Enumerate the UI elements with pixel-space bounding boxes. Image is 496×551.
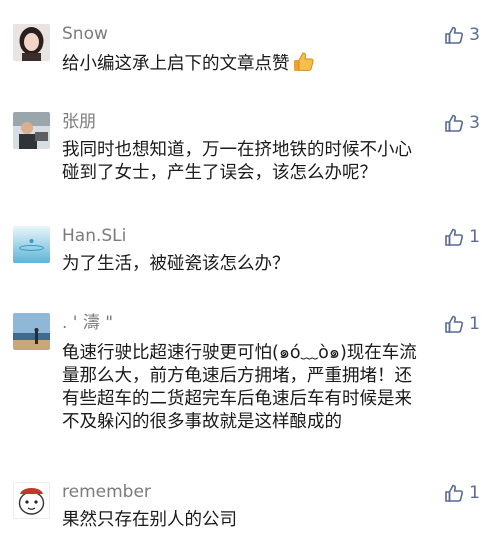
comment-text: 果然只存在别人的公司 <box>62 509 486 532</box>
like-count: 3 <box>469 113 480 133</box>
like-button[interactable]: 3 <box>444 112 480 134</box>
thumbs-up-icon <box>445 315 464 333</box>
comment-text-line: 我同时也想知道，万一在挤地铁的时候不小心 <box>62 140 412 160</box>
like-count: 3 <box>469 25 480 45</box>
thumbs-up-icon <box>445 228 464 246</box>
like-count: 1 <box>469 227 480 247</box>
avatar-zhangpeng-icon <box>13 112 50 149</box>
avatar[interactable] <box>13 226 50 263</box>
avatar-tao-icon <box>13 313 50 350</box>
comment-text-line: 有些超车的二货超完车后龟速后车有时候是来 <box>62 389 412 409</box>
comment-text: 龟速行驶比超速行驶更可怕(๑ó﹏ò๑)现在车流 量那么大，前方龟速后方拥堵，严重… <box>62 342 486 434</box>
comment-text-line: 龟速行驶比超速行驶更可怕(๑ó﹏ò๑)现在车流 <box>62 343 417 363</box>
avatar[interactable] <box>13 112 50 149</box>
comment-text-line: 果然只存在别人的公司 <box>62 510 237 530</box>
like-button[interactable]: 1 <box>444 313 480 335</box>
username[interactable]: remember <box>62 482 151 502</box>
avatar[interactable] <box>13 24 50 61</box>
like-count: 1 <box>469 314 480 334</box>
comment-text: 我同时也想知道，万一在挤地铁的时候不小心 碰到了女士，产生了误会，该怎么办呢？ <box>62 139 486 185</box>
avatar[interactable] <box>13 482 50 519</box>
comment-text-line: 不及躲闪的很多事故就是这样酿成的 <box>62 412 342 432</box>
like-button[interactable]: 3 <box>444 24 480 46</box>
comment-text: 给小编这承上启下的文章点赞 <box>62 51 486 76</box>
thumbs-up-icon <box>445 26 464 44</box>
thumbs-up-icon <box>445 484 464 502</box>
comment-text: 为了生活，被碰瓷该怎么办？ <box>62 253 486 276</box>
username[interactable]: Snow <box>62 24 108 44</box>
like-button[interactable]: 1 <box>444 482 480 504</box>
thumbs-up-emoji-icon <box>293 52 314 71</box>
comment-text-line: 碰到了女士，产生了误会，该怎么办呢？ <box>62 163 377 183</box>
username[interactable]: Han.SLi <box>62 226 126 246</box>
like-button[interactable]: 1 <box>444 226 480 248</box>
username[interactable]: . ' 濤 " <box>62 313 113 333</box>
avatar[interactable] <box>13 313 50 350</box>
comment-list: Snow 3 给小编这承上启下的文章点赞 张朋 3 我同时也想知道，万一在挤地铁… <box>0 0 496 551</box>
avatar-remember-icon <box>13 482 50 519</box>
comment-text-line: 为了生活，被碰瓷该怎么办？ <box>62 254 290 274</box>
like-count: 1 <box>469 483 480 503</box>
username[interactable]: 张朋 <box>62 112 96 132</box>
avatar-snow-icon <box>13 24 50 61</box>
avatar-hansli-icon <box>13 226 50 263</box>
comment-text-line: 给小编这承上启下的文章点赞 <box>62 54 290 74</box>
thumbs-up-icon <box>445 114 464 132</box>
comment-text-line: 量那么大，前方龟速后方拥堵，严重拥堵！还 <box>62 366 412 386</box>
